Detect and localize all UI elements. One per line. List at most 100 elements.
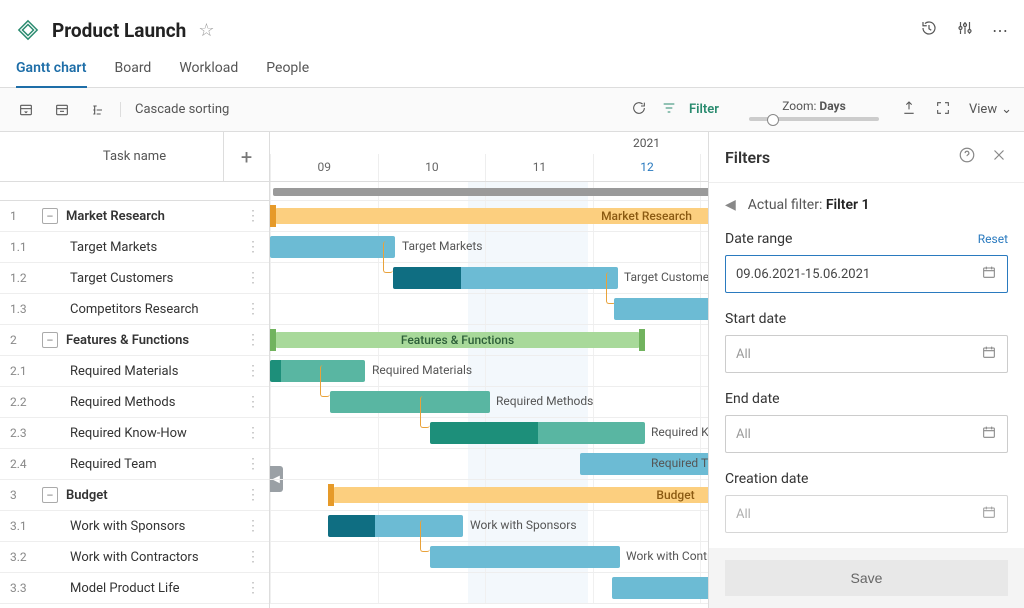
project-title: Product Launch xyxy=(52,19,186,42)
task-number: 3.3 xyxy=(10,581,42,595)
task-bar[interactable] xyxy=(430,546,620,568)
reset-link[interactable]: Reset xyxy=(978,232,1008,246)
tab-gantt[interactable]: Gantt chart xyxy=(16,52,87,88)
task-row[interactable]: 2.3Required Know-How⋮ xyxy=(0,418,269,449)
export-icon[interactable] xyxy=(901,100,917,120)
task-number: 2.4 xyxy=(10,457,42,471)
task-row[interactable]: 1.3Competitors Research⋮ xyxy=(0,294,269,325)
hierarchy-icon[interactable] xyxy=(84,96,112,124)
fullscreen-icon[interactable] xyxy=(935,100,951,120)
end-date-label: End date xyxy=(725,391,780,407)
chevron-down-icon: ⌄ xyxy=(1001,102,1012,117)
tab-board[interactable]: Board xyxy=(115,52,152,87)
task-row[interactable]: 3–Budget⋮ xyxy=(0,480,269,511)
task-name-label: Model Product Life xyxy=(42,581,242,596)
task-number: 1.3 xyxy=(10,302,42,316)
back-icon[interactable]: ◀ xyxy=(725,197,736,213)
drag-handle-icon[interactable]: ⋮ xyxy=(242,549,263,565)
task-row[interactable]: 2–Features & Functions⋮ xyxy=(0,325,269,356)
drag-handle-icon[interactable]: ⋮ xyxy=(242,487,263,503)
task-row[interactable]: 2.2Required Methods⋮ xyxy=(0,387,269,418)
task-number: 2.3 xyxy=(10,426,42,440)
more-icon[interactable]: ⋯ xyxy=(992,21,1008,40)
task-number: 3.1 xyxy=(10,519,42,533)
task-number: 3 xyxy=(10,488,42,502)
task-row[interactable]: 3.3Model Product Life⋮ xyxy=(0,573,269,604)
view-button[interactable]: View⌄ xyxy=(969,102,1012,117)
task-bar[interactable] xyxy=(393,267,618,289)
task-row[interactable]: 3.2Work with Contractors⋮ xyxy=(0,542,269,573)
calendar-icon xyxy=(981,424,997,444)
date-range-label: Date range xyxy=(725,231,792,247)
tab-people[interactable]: People xyxy=(266,52,309,87)
task-bar[interactable] xyxy=(270,236,395,258)
task-number: 2.1 xyxy=(10,364,42,378)
drag-handle-icon[interactable]: ⋮ xyxy=(242,208,263,224)
task-bar[interactable] xyxy=(328,515,463,537)
gantt-day: 11 xyxy=(485,154,593,181)
date-range-input[interactable]: 09.06.2021-15.06.2021 xyxy=(725,255,1008,293)
task-name-label: Features & Functions xyxy=(66,333,242,348)
drag-handle-icon[interactable]: ⋮ xyxy=(242,239,263,255)
task-row[interactable]: 1–Market Research⋮ xyxy=(0,201,269,232)
history-icon[interactable] xyxy=(920,19,938,41)
task-row[interactable]: 3.1Work with Sponsors⋮ xyxy=(0,511,269,542)
creation-date-input[interactable]: All xyxy=(725,495,1008,533)
help-icon[interactable] xyxy=(958,146,976,168)
filter-label: Filter xyxy=(689,102,719,117)
collapse-all-icon[interactable] xyxy=(12,96,40,124)
refresh-icon[interactable] xyxy=(631,100,647,120)
zoom-slider[interactable] xyxy=(749,117,879,121)
task-name-label: Work with Sponsors xyxy=(42,519,242,534)
calendar-icon xyxy=(981,264,997,284)
settings-sliders-icon[interactable] xyxy=(956,19,974,41)
expand-all-icon[interactable] xyxy=(48,96,76,124)
task-row[interactable]: 1.1Target Markets⋮ xyxy=(0,232,269,263)
task-bar[interactable] xyxy=(270,360,365,382)
task-row[interactable]: 2.1Required Materials⋮ xyxy=(0,356,269,387)
task-number: 2.2 xyxy=(10,395,42,409)
drag-handle-icon[interactable]: ⋮ xyxy=(242,363,263,379)
task-name-label: Required Materials xyxy=(42,364,242,379)
group-bar[interactable]: Features & Functions xyxy=(270,329,645,351)
task-bar[interactable] xyxy=(330,391,490,413)
add-task-button[interactable]: + xyxy=(223,132,269,182)
main-tabs: Gantt chart Board Workload People xyxy=(0,52,1024,88)
drag-handle-icon[interactable]: ⋮ xyxy=(242,425,263,441)
gantt-day: 10 xyxy=(378,154,486,181)
filter-button[interactable]: Filter xyxy=(661,100,719,120)
task-row[interactable]: 1.2Target Customers⋮ xyxy=(0,263,269,294)
drag-handle-icon[interactable]: ⋮ xyxy=(242,270,263,286)
drag-handle-icon[interactable]: ⋮ xyxy=(242,301,263,317)
panel-title: Filters xyxy=(725,148,944,167)
zoom-control[interactable]: Zoom: Days xyxy=(749,99,879,121)
drag-handle-icon[interactable]: ⋮ xyxy=(242,580,263,596)
collapse-toggle[interactable]: – xyxy=(42,208,58,224)
task-number: 1.1 xyxy=(10,240,42,254)
task-number: 3.2 xyxy=(10,550,42,564)
task-number: 1.2 xyxy=(10,271,42,285)
calendar-icon xyxy=(981,344,997,364)
task-name-label: Required Team xyxy=(42,457,242,472)
task-row[interactable]: 2.4Required Team⋮ xyxy=(0,449,269,480)
task-name-label: Market Research xyxy=(66,209,242,224)
filters-panel: Filters ◀ Actual filter: Filter 1 Date r… xyxy=(708,132,1024,608)
drag-handle-icon[interactable]: ⋮ xyxy=(242,394,263,410)
gantt-toolbar: Cascade sorting Filter Zoom: Days View⌄ xyxy=(0,88,1024,132)
task-number: 1 xyxy=(10,209,42,223)
close-icon[interactable] xyxy=(990,146,1008,168)
collapse-toggle[interactable]: – xyxy=(42,487,58,503)
save-button[interactable]: Save xyxy=(725,560,1008,596)
calendar-icon xyxy=(981,504,997,524)
drag-handle-icon[interactable]: ⋮ xyxy=(242,518,263,534)
task-bar[interactable] xyxy=(430,422,645,444)
drag-handle-icon[interactable]: ⋮ xyxy=(242,332,263,348)
cascade-sorting-button[interactable]: Cascade sorting xyxy=(120,102,229,117)
drag-handle-icon[interactable]: ⋮ xyxy=(242,456,263,472)
start-date-input[interactable]: All xyxy=(725,335,1008,373)
favorite-star-icon[interactable]: ☆ xyxy=(198,20,214,41)
creation-date-label: Creation date xyxy=(725,471,808,487)
collapse-toggle[interactable]: – xyxy=(42,332,58,348)
tab-workload[interactable]: Workload xyxy=(179,52,238,87)
end-date-input[interactable]: All xyxy=(725,415,1008,453)
